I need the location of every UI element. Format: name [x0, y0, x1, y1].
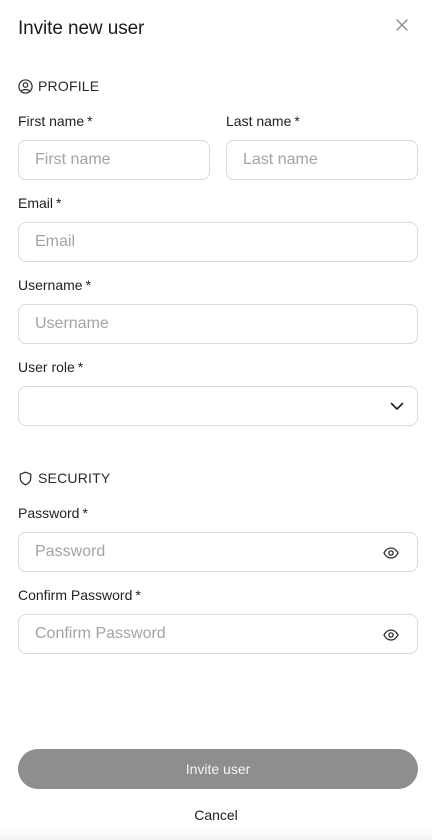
username-input[interactable] [19, 305, 417, 343]
invite-user-dialog: Invite new user PROFILE First name* Last… [0, 0, 432, 840]
cancel-button[interactable]: Cancel [0, 807, 432, 823]
first-name-field[interactable] [18, 140, 210, 180]
first-name-input[interactable] [19, 141, 209, 179]
eye-icon[interactable] [383, 627, 399, 643]
security-section-label: SECURITY [38, 470, 111, 486]
required-marker: * [77, 359, 84, 375]
password-input[interactable] [19, 533, 417, 571]
invite-user-button[interactable]: Invite user [18, 749, 418, 789]
required-marker: * [135, 587, 141, 603]
required-marker: * [82, 505, 88, 521]
required-marker: * [85, 277, 92, 293]
confirm-password-label: Confirm Password * [18, 587, 141, 603]
chevron-down-icon[interactable] [389, 398, 405, 414]
password-label: Password * [18, 505, 88, 521]
confirm-password-input[interactable] [19, 615, 417, 653]
first-name-label: First name * [18, 113, 93, 129]
required-marker: * [56, 195, 62, 211]
email-input[interactable] [19, 223, 417, 261]
confirm-password-field[interactable] [18, 614, 418, 654]
last-name-input[interactable] [227, 141, 417, 179]
username-label: Username * [18, 277, 92, 293]
dialog-title: Invite new user [18, 18, 145, 39]
close-icon[interactable] [396, 19, 408, 31]
required-marker: * [294, 113, 300, 129]
user-role-select[interactable] [18, 386, 418, 426]
shield-icon [19, 471, 32, 485]
last-name-label: Last name * [226, 113, 300, 129]
bottom-divider [0, 828, 432, 840]
user-circle-icon [18, 78, 33, 94]
email-label: Email * [18, 195, 62, 211]
close-button[interactable] [393, 16, 411, 34]
profile-section-label: PROFILE [38, 78, 100, 94]
security-section-header: SECURITY [18, 470, 110, 486]
user-role-label: User role * [18, 359, 84, 375]
email-field[interactable] [18, 222, 418, 262]
eye-icon[interactable] [383, 545, 399, 561]
last-name-field[interactable] [226, 140, 418, 180]
required-marker: * [87, 113, 93, 129]
username-field[interactable] [18, 304, 418, 344]
profile-section-header: PROFILE [18, 78, 99, 94]
password-field[interactable] [18, 532, 418, 572]
